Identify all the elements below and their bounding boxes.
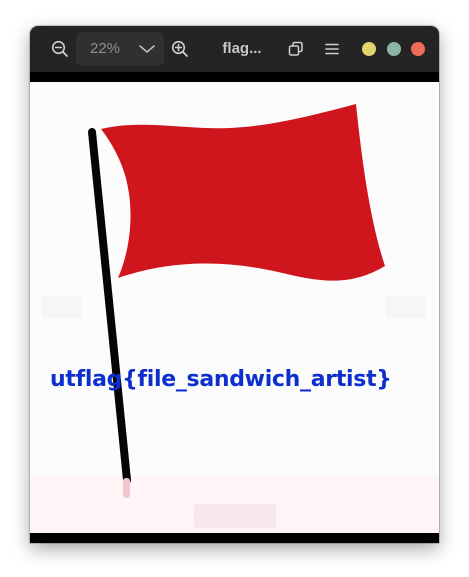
title-bar: 22% flag... [30, 26, 439, 72]
close-button[interactable] [411, 42, 425, 56]
image-top-border [30, 72, 439, 82]
zoom-out-icon [51, 40, 68, 57]
zoom-level-selector[interactable]: 22% [76, 32, 164, 66]
window-title: flag... [222, 40, 262, 57]
maximize-button[interactable] [387, 42, 401, 56]
zoom-in-button[interactable] [166, 34, 194, 64]
image-viewer-window: 22% flag... utflag{file_sandwich_artist} [30, 26, 439, 543]
flag-pole [88, 128, 131, 484]
minimize-button[interactable] [362, 42, 376, 56]
flag-image [88, 104, 385, 498]
menu-icon [325, 43, 339, 55]
red-flag [101, 104, 385, 281]
flag-pole-tip [123, 478, 130, 498]
image-bottom-border [30, 533, 439, 543]
menu-button[interactable] [318, 34, 346, 64]
view-button[interactable] [282, 34, 310, 64]
chevron-down-icon [139, 45, 155, 53]
zoom-out-button[interactable] [46, 34, 74, 64]
flag-caption-text: utflag{file_sandwich_artist} [50, 367, 392, 392]
image-canvas[interactable]: utflag{file_sandwich_artist} [30, 82, 439, 533]
zoom-in-icon [171, 40, 188, 57]
zoom-level-value: 22% [90, 40, 121, 57]
view-icon [288, 41, 303, 56]
